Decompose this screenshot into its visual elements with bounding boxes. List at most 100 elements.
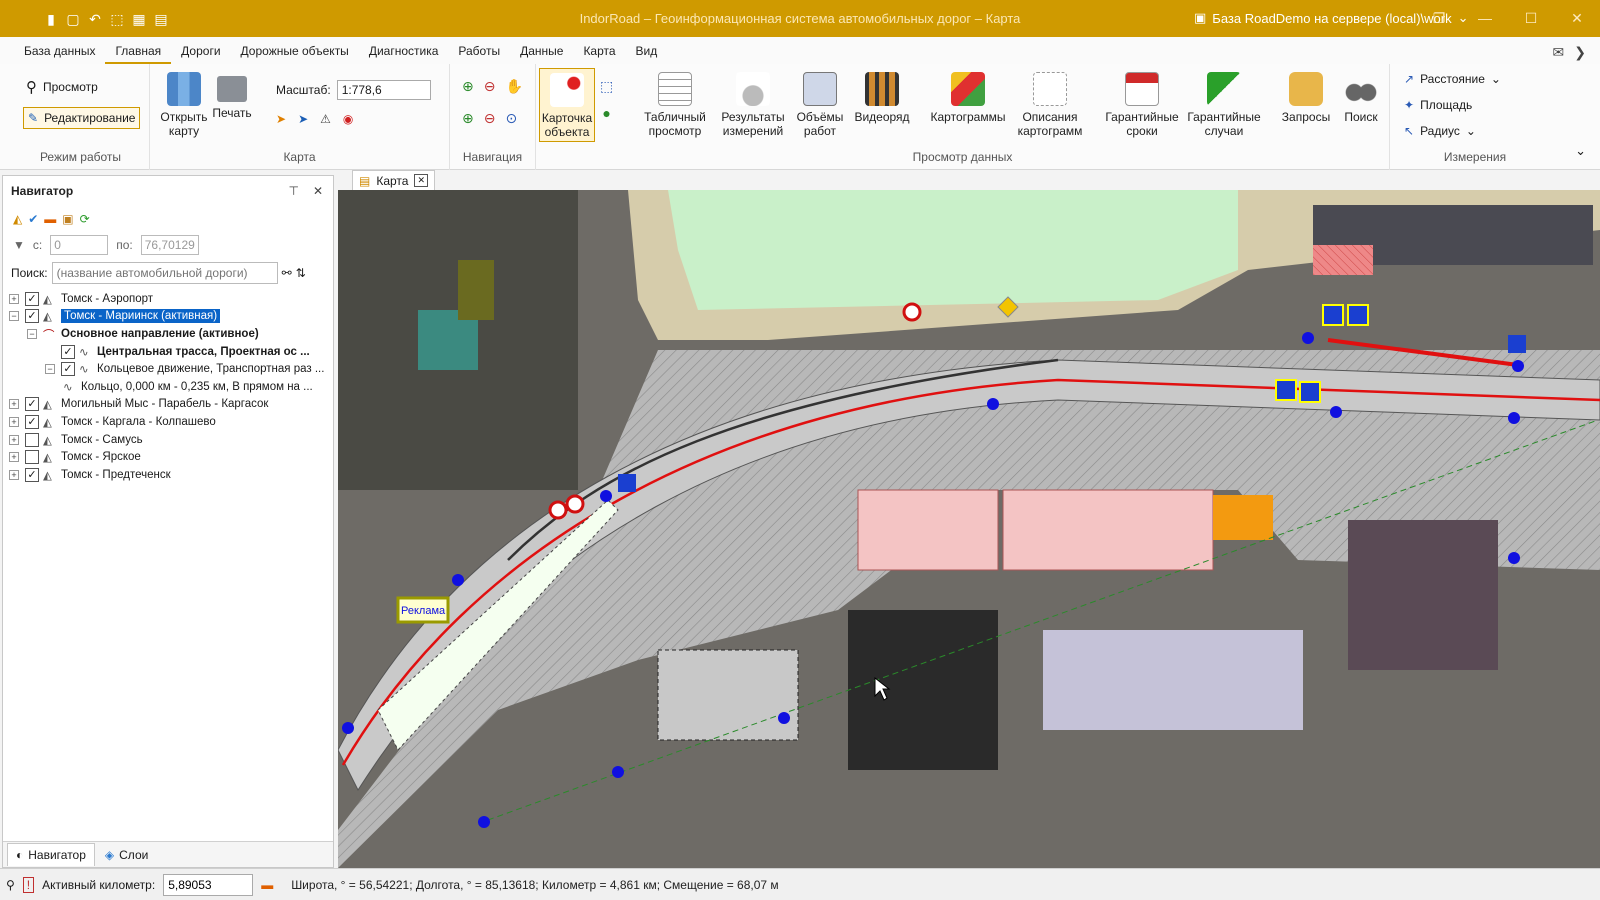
- cartogram-descriptions-button[interactable]: Описания картограмм: [1012, 72, 1088, 138]
- close-icon[interactable]: ✕: [313, 184, 323, 198]
- tab-view[interactable]: Вид: [626, 44, 668, 64]
- tree-checkbox[interactable]: ✓: [25, 309, 39, 324]
- print-button[interactable]: Печать: [212, 72, 252, 120]
- binoculars-icon[interactable]: ⚯: [282, 266, 292, 280]
- help-icon[interactable]: ❯: [1574, 44, 1586, 61]
- maximize-button[interactable]: ☐: [1508, 0, 1554, 37]
- filter-icon[interactable]: ▼: [13, 238, 25, 252]
- tree-checkbox[interactable]: [25, 432, 39, 447]
- minimize-button[interactable]: —: [1462, 0, 1508, 37]
- zoom-in-icon[interactable]: ⊕: [462, 78, 474, 95]
- flag-marker[interactable]: [600, 490, 612, 502]
- route-segment-icon[interactable]: ▬: [44, 212, 56, 226]
- filter-to-input[interactable]: [140, 235, 199, 255]
- undo-icon[interactable]: ↶: [86, 10, 104, 28]
- tree-row[interactable]: + ✓ ◭ Томск - Аэропорт: [5, 290, 331, 308]
- active-km-icon[interactable]: !: [22, 876, 35, 893]
- tree-row[interactable]: − ✓ ∿ Кольцевое движение, Транспортная раз …: [5, 360, 331, 378]
- road-sign[interactable]: [1299, 381, 1321, 403]
- tree-row[interactable]: ∿ Кольцо, 0,000 км - 0,235 км, В прямом н…: [5, 378, 331, 396]
- restore-icon[interactable]: ❐: [1416, 0, 1462, 37]
- queries-button[interactable]: Запросы: [1278, 72, 1334, 124]
- pin-icon[interactable]: ⊤: [288, 184, 298, 198]
- refresh-icon[interactable]: ⟳: [80, 212, 90, 226]
- expand-toggle[interactable]: −: [27, 328, 37, 339]
- filter-from-input[interactable]: [50, 235, 109, 255]
- hazard-icon[interactable]: ⚠: [320, 112, 331, 126]
- expand-toggle[interactable]: +: [9, 469, 19, 480]
- tree-row[interactable]: − ✓ ◭ Томск - Мариинск (активная): [5, 308, 331, 326]
- video-button[interactable]: Видеоряд: [852, 72, 912, 124]
- ribbon-collapse-icon[interactable]: ⌄: [1575, 143, 1586, 159]
- tab-layers[interactable]: ◈ Слои: [97, 844, 156, 866]
- road-icon[interactable]: ◭: [13, 212, 22, 226]
- tree-checkbox[interactable]: ✓: [25, 291, 39, 306]
- tree-row[interactable]: + ✓ ◭ Томск - Предтеченск: [5, 466, 331, 484]
- expand-toggle[interactable]: +: [9, 293, 19, 304]
- active-km-input[interactable]: [163, 873, 254, 896]
- flag-marker[interactable]: [478, 816, 490, 828]
- distance-button[interactable]: ↗ Расстояние ⌄: [1404, 72, 1501, 86]
- table-icon[interactable]: ▤: [152, 10, 170, 28]
- expand-toggle[interactable]: +: [9, 399, 19, 410]
- map-canvas[interactable]: Реклама: [338, 190, 1600, 868]
- check-icon[interactable]: ✔: [28, 212, 38, 226]
- flag-marker[interactable]: [452, 574, 464, 586]
- road-sign[interactable]: [1322, 304, 1344, 326]
- window-icon[interactable]: ▢: [64, 10, 82, 28]
- map-document-tab[interactable]: ▤ Карта ✕: [352, 170, 435, 190]
- tree-checkbox[interactable]: [25, 450, 39, 465]
- cartograms-button[interactable]: Картограммы: [928, 72, 1008, 124]
- flag-marker[interactable]: [1302, 332, 1314, 344]
- traffic-light-icon[interactable]: ●: [602, 105, 610, 121]
- flag-marker[interactable]: [1508, 412, 1520, 424]
- expand-toggle[interactable]: −: [45, 364, 55, 375]
- zoom-extent-icon[interactable]: ⊕: [462, 110, 474, 127]
- radius-button[interactable]: ↖ Радиус ⌄: [1404, 124, 1476, 138]
- tab-diagnostics[interactable]: Диагностика: [359, 44, 449, 64]
- tree-row[interactable]: − ⌒ Основное направление (активное): [5, 325, 331, 343]
- edit-mode-button[interactable]: ✎ Редактирование: [23, 107, 141, 129]
- zoom-window-icon[interactable]: ⊙: [505, 110, 517, 127]
- tree-checkbox[interactable]: ✓: [25, 414, 39, 429]
- tree-row[interactable]: + ◭ Томск - Самусь: [5, 431, 331, 449]
- view-mode-button[interactable]: ⚲ Просмотр: [26, 78, 98, 96]
- tree-checkbox[interactable]: ✓: [25, 397, 39, 412]
- prohibition-sign[interactable]: [565, 494, 585, 514]
- locate-icon[interactable]: ◉: [343, 112, 353, 126]
- layout-icon[interactable]: ▮: [42, 10, 60, 28]
- parking-sign[interactable]: [618, 474, 636, 492]
- flag-marker[interactable]: [778, 712, 790, 724]
- expand-toggle[interactable]: −: [9, 311, 19, 322]
- flag-marker[interactable]: [987, 398, 999, 410]
- search-button[interactable]: Поиск: [1336, 72, 1386, 124]
- expand-toggle[interactable]: +: [9, 434, 19, 445]
- flag-marker[interactable]: [1512, 360, 1524, 372]
- select-area-icon[interactable]: ⬚: [600, 78, 613, 95]
- close-icon[interactable]: ✕: [414, 174, 428, 187]
- warranty-cases-button[interactable]: Гарантийные случаи: [1184, 72, 1264, 138]
- cursor-icon[interactable]: ➤: [298, 112, 308, 126]
- object-card-button[interactable]: Карточка объекта: [539, 68, 595, 142]
- tree-checkbox[interactable]: ✓: [61, 362, 75, 377]
- select-icon[interactable]: ⬚: [108, 10, 126, 28]
- expand-toggle[interactable]: +: [9, 452, 19, 463]
- prohibition-sign[interactable]: [548, 500, 568, 520]
- route-icon[interactable]: ➤: [276, 112, 286, 126]
- zoom-out-icon[interactable]: ⊖: [484, 78, 496, 95]
- parking-sign[interactable]: [1508, 335, 1526, 353]
- road-sign[interactable]: [1275, 379, 1297, 401]
- measurements-button[interactable]: Результаты измерений: [716, 72, 790, 138]
- zoom-back-icon[interactable]: ⊖: [484, 110, 496, 127]
- volumes-button[interactable]: Объёмы работ: [794, 72, 846, 138]
- tab-roads[interactable]: Дороги: [171, 44, 230, 64]
- flag-marker[interactable]: [612, 766, 624, 778]
- tab-navigator[interactable]: ◐ Навигатор: [7, 843, 95, 866]
- properties-icon[interactable]: ▣: [62, 212, 73, 226]
- tree-checkbox[interactable]: ✓: [25, 467, 39, 482]
- tab-home[interactable]: Главная: [105, 44, 172, 64]
- pan-icon[interactable]: ✋: [505, 78, 522, 95]
- tree-row[interactable]: + ✓ ◭ Могильный Мыс - Парабель - Каргасок: [5, 396, 331, 414]
- flag-marker[interactable]: [1508, 552, 1520, 564]
- road-sign[interactable]: [1347, 304, 1369, 326]
